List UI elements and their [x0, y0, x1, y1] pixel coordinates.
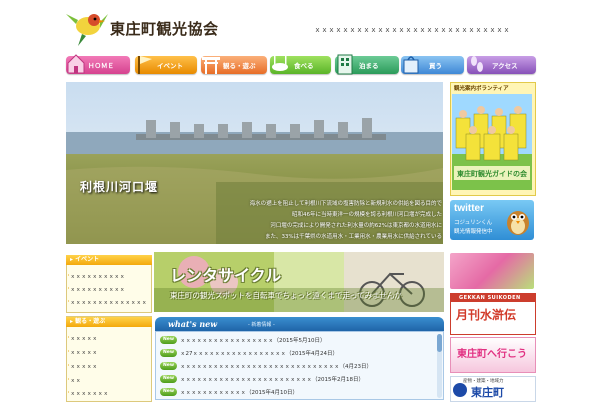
sidebar-event-heading[interactable]: ▸ イベント: [66, 255, 152, 265]
site-title[interactable]: 東庄町観光協会: [110, 18, 219, 39]
new-badge: New: [160, 362, 177, 370]
rental-cycle-subtitle: 東庄町の観光スポットを自転車でちょっと遠くまで走ってみませんか: [170, 291, 402, 300]
suikoden-en-title: GEKKAN SUIKODEN: [459, 295, 521, 301]
nav-see-label: 観る・遊ぶ: [223, 62, 256, 70]
nav-eat[interactable]: 食べる: [270, 56, 331, 74]
sidebar-see-heading[interactable]: ▸ 観る・遊ぶ: [66, 317, 152, 327]
hero-desc-line-2: 昭和46年に当時東洋一の規模を誇る利根川河口堰が完成した: [291, 212, 442, 218]
sidebar-event-item[interactable]: ｘｘｘｘｘｘｘｘｘｘｘｘｘｘ: [70, 298, 147, 306]
news-title: what's new: [168, 319, 218, 329]
twitter-sub-1: コジュリンくん: [454, 220, 493, 226]
news-item-text[interactable]: ｘｘｘｘｘｘｘｘｘｘｘｘｘｘｘｘｘ（2015年5月10日）: [180, 336, 326, 344]
dish-icon: [272, 56, 288, 71]
torii-icon: [202, 57, 220, 74]
new-badge: New: [160, 375, 177, 383]
suikoden-jp-title: 月刊水滸伝: [456, 308, 517, 322]
hero-desc-line-3: 河口堰の完成により開発された利水量の約62%は東京都の水道用水に: [270, 223, 442, 229]
nav-access[interactable]: アクセス: [467, 56, 536, 74]
new-badge: New: [160, 388, 177, 396]
sidebar-see-item[interactable]: ｘｘｘｘｘ: [70, 334, 98, 342]
news-item-text[interactable]: ｘｘｘｘｘｘｘｘｘｘｘｘ（2015年4月10日）: [180, 388, 298, 396]
town-logo-name: 東庄町: [471, 386, 504, 399]
mascot-bird-icon: [507, 211, 529, 235]
town-emblem-icon: [453, 383, 467, 397]
nav-home[interactable]: ＨＯＭＥ: [66, 54, 130, 74]
new-badge: New: [160, 336, 177, 344]
news-scrollbar-thumb[interactable]: [437, 334, 442, 352]
shopping-bag-icon: [403, 56, 419, 74]
news-item-text[interactable]: ｘｘｘｘｘｘｘｘｘｘｘｘｘｘｘｘｘｘｘｘｘｘｘｘ（2015年2月18日）: [180, 375, 364, 383]
nav-buy[interactable]: 買う: [401, 56, 464, 74]
nav-see[interactable]: 観る・遊ぶ: [201, 56, 267, 74]
nav-event[interactable]: イベント: [135, 56, 197, 74]
nav-eat-label: 食べる: [294, 62, 314, 70]
twitter-wordmark: twitter: [454, 203, 484, 214]
nav-access-label: アクセス: [492, 62, 518, 70]
flower-banner[interactable]: [450, 253, 534, 289]
nav-home-label: ＨＯＭＥ: [88, 62, 114, 70]
sidebar-event-item[interactable]: ｘｘｘｘｘｘｘｘｘｘ: [70, 272, 125, 280]
news-subtitle: - 新着情報 -: [248, 322, 275, 328]
footprints-icon: [471, 56, 483, 72]
hero-desc-line-1: 海水の遡上を阻止して利根川下流域の塩害防除と新規利水の供給を図る目的で: [249, 201, 442, 207]
rental-cycle-title: レンタサイクル: [170, 266, 282, 285]
sidebar-see-item[interactable]: ｘｘｘｘｘｘｘ: [70, 389, 109, 397]
sidebar-event-item[interactable]: ｘｘｘｘｘｘｘｘｘｘ: [70, 285, 125, 293]
new-badge: New: [160, 349, 177, 357]
nav-event-label: イベント: [157, 62, 183, 70]
sidebar-see-item[interactable]: ｘｘ: [70, 376, 81, 384]
goto-tonosho-text: 東庄町へ行こう: [457, 349, 527, 360]
sidebar-see-item[interactable]: ｘｘｘｘｘ: [70, 348, 98, 356]
nav-stay-label: 泊まる: [359, 62, 379, 70]
nav-stay[interactable]: 泊まる: [335, 54, 399, 75]
building-icon: [337, 54, 353, 75]
news-item-text[interactable]: ｘ27ｘｘｘｘｘｘｘｘｘｘｘｘｘｘｘｘｘ（2015年4月24日）: [180, 349, 338, 357]
volunteer-title: 観光案内ボランティア: [454, 86, 509, 92]
nav-buy-label: 買う: [429, 62, 442, 70]
news-item-text[interactable]: ｘｘｘｘｘｘｘｘｘｘｘｘｘｘｘｘｘｘｘｘｘｘｘｘｘｘｘｘｘ（4月23日）: [180, 362, 372, 370]
volunteer-photo-text: 東庄町観光ガイドの会: [457, 169, 528, 178]
hero-desc-line-4: また、33%は千葉県の水道用水・工業用水・農業用水に供給されている: [264, 234, 442, 240]
hero-caption: 利根川河口堰: [80, 180, 159, 194]
sidebar-see-item[interactable]: ｘｘｘｘｘ: [70, 362, 98, 370]
twitter-sub-2: 観光情報発信中: [454, 229, 493, 235]
house-icon: [67, 54, 85, 74]
logo-bird-icon[interactable]: [64, 6, 108, 50]
site-tagline: ｘｘｘｘｘｘｘｘｘｘｘｘｘｘｘｘｘｘｘｘｘｘｘｘｘｘｘｘ: [314, 26, 510, 34]
flag-icon: [138, 56, 152, 74]
volunteer-group-photo[interactable]: 東庄町観光ガイドの会: [452, 94, 532, 190]
hero-description: 海水の遡上を阻止して利根川下流域の塩害防除と新規利水の供給を図る目的で 昭和46…: [226, 199, 442, 243]
